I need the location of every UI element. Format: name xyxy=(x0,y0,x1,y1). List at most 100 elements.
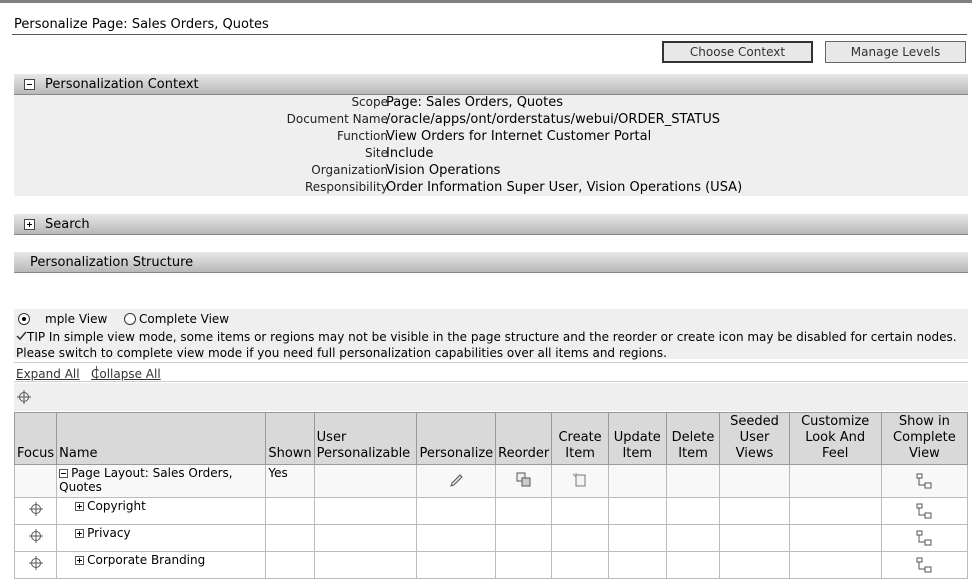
create-item-cell xyxy=(551,464,609,498)
expand-node-icon[interactable] xyxy=(75,502,85,511)
row-name: Copyright xyxy=(87,499,146,513)
context-row-document-name: Document Name /oracle/apps/ont/orderstat… xyxy=(14,112,968,129)
show-in-complete-view-cell xyxy=(880,497,969,525)
expand-node-icon[interactable] xyxy=(75,529,85,538)
complete-view-radio[interactable] xyxy=(124,313,136,325)
row-name: Corporate Branding xyxy=(87,553,206,567)
update-item-cell xyxy=(607,524,667,552)
shown-cell xyxy=(265,524,315,552)
context-value: Include xyxy=(386,146,434,161)
context-label: Site xyxy=(364,146,388,160)
row-name: Privacy xyxy=(87,526,131,540)
context-value: /oracle/apps/ont/orderstatus/webui/ORDER… xyxy=(386,112,720,127)
context-label: Function xyxy=(336,129,388,143)
check-icon xyxy=(16,331,27,341)
context-value: Order Information Super User, Vision Ope… xyxy=(386,180,743,195)
create-item-icon[interactable] xyxy=(571,471,589,489)
expand-all-link[interactable]: Expand All xyxy=(16,367,80,381)
context-label: Organization xyxy=(311,163,388,177)
focus-icon[interactable] xyxy=(17,390,31,404)
customize-look-and-feel-cell xyxy=(788,551,882,579)
focus-cell xyxy=(13,497,58,525)
expand-icon[interactable] xyxy=(24,218,35,230)
structure-section-header: Personalization Structure xyxy=(14,252,968,273)
row-name: Page Layout: Sales Orders, Quotes xyxy=(59,466,233,494)
reorder-icon[interactable] xyxy=(515,471,533,489)
column-header-create-item: Create Item xyxy=(551,412,609,465)
column-header-name: Name xyxy=(56,412,267,465)
focus-cell xyxy=(13,551,58,579)
collapse-all-link[interactable]: Collapse All xyxy=(91,367,161,381)
delete-item-cell xyxy=(665,551,721,579)
top-border xyxy=(0,0,972,3)
create-item-cell xyxy=(551,497,609,525)
customize-look-and-feel-cell xyxy=(788,497,882,525)
context-section-header[interactable]: Personalization Context xyxy=(14,74,968,95)
title-divider xyxy=(12,34,967,35)
tip-message: TIP In simple view mode, some items or r… xyxy=(16,329,962,361)
reorder-cell xyxy=(495,524,553,552)
manage-levels-button[interactable]: Manage Levels xyxy=(825,41,966,63)
context-label: Document Name xyxy=(286,112,388,126)
reorder-cell xyxy=(495,464,553,498)
column-header-customize-look-and-feel: Customize Look And Feel xyxy=(788,412,882,465)
collapse-node-icon[interactable] xyxy=(59,469,69,478)
search-section-title: Search xyxy=(45,216,90,232)
reorder-cell xyxy=(495,551,553,579)
focus-cell xyxy=(13,524,58,552)
tip-label: TIP xyxy=(27,330,46,344)
update-item-cell xyxy=(607,497,667,525)
hierarchy-icon[interactable] xyxy=(915,556,933,574)
context-row-function: Function View Orders for Internet Custom… xyxy=(14,129,968,146)
shown-cell: Yes xyxy=(265,464,315,498)
tip-text: In simple view mode, some items or regio… xyxy=(16,330,957,360)
table-row: Page Layout: Sales Orders, Quotes Yes xyxy=(13,464,969,498)
name-cell: Corporate Branding xyxy=(56,551,267,579)
column-header-focus: Focus xyxy=(13,412,58,465)
focus-icon[interactable] xyxy=(28,502,43,516)
delete-item-cell xyxy=(665,464,721,498)
column-header-delete-item: Delete Item xyxy=(665,412,721,465)
context-row-scope: Scope Page: Sales Orders, Quotes xyxy=(14,95,968,112)
focus-icon[interactable] xyxy=(28,556,43,570)
column-header-seeded-user-views: Seeded User Views xyxy=(719,412,790,465)
table-row: Copyright xyxy=(13,497,969,525)
update-item-cell xyxy=(607,464,667,498)
context-row-responsibility: Responsibility Order Information Super U… xyxy=(14,180,968,197)
search-section-header[interactable]: Search xyxy=(14,214,968,235)
hierarchy-icon[interactable] xyxy=(915,472,933,490)
create-item-cell xyxy=(551,551,609,579)
create-item-cell xyxy=(551,524,609,552)
focus-icon[interactable] xyxy=(28,529,43,543)
simple-view-radio[interactable] xyxy=(18,313,30,325)
choose-context-button[interactable]: Choose Context xyxy=(662,41,813,63)
context-label: Responsibility xyxy=(304,180,388,194)
column-header-user-personalizable: User Personalizable xyxy=(313,412,418,465)
name-cell: Privacy xyxy=(56,524,267,552)
pencil-icon[interactable] xyxy=(448,473,464,489)
seeded-user-views-cell xyxy=(719,551,790,579)
table-row: Privacy xyxy=(13,524,969,552)
collapse-icon[interactable] xyxy=(24,78,35,90)
context-label: Scope xyxy=(351,95,388,109)
delete-item-cell xyxy=(665,524,721,552)
context-row-site: Site Include xyxy=(14,146,968,163)
expand-node-icon[interactable] xyxy=(75,556,85,565)
update-item-cell xyxy=(607,551,667,579)
reorder-cell xyxy=(495,497,553,525)
focus-bar xyxy=(14,383,968,411)
column-header-shown: Shown xyxy=(265,412,315,465)
user-personalizable-cell xyxy=(313,497,418,525)
name-cell: Page Layout: Sales Orders, Quotes xyxy=(56,464,267,498)
hierarchy-icon[interactable] xyxy=(915,502,933,520)
hierarchy-icon[interactable] xyxy=(915,529,933,547)
context-section-title: Personalization Context xyxy=(45,76,199,92)
context-row-organization: Organization Vision Operations xyxy=(14,163,968,180)
table-row: Corporate Branding xyxy=(13,551,969,579)
expand-collapse-bar: Expand All Collapse All xyxy=(14,362,968,382)
shown-cell xyxy=(265,497,315,525)
context-panel: Scope Page: Sales Orders, Quotes Documen… xyxy=(14,95,968,196)
personalize-cell xyxy=(416,524,497,552)
user-personalizable-cell xyxy=(313,464,418,498)
customize-look-and-feel-cell xyxy=(788,464,882,498)
